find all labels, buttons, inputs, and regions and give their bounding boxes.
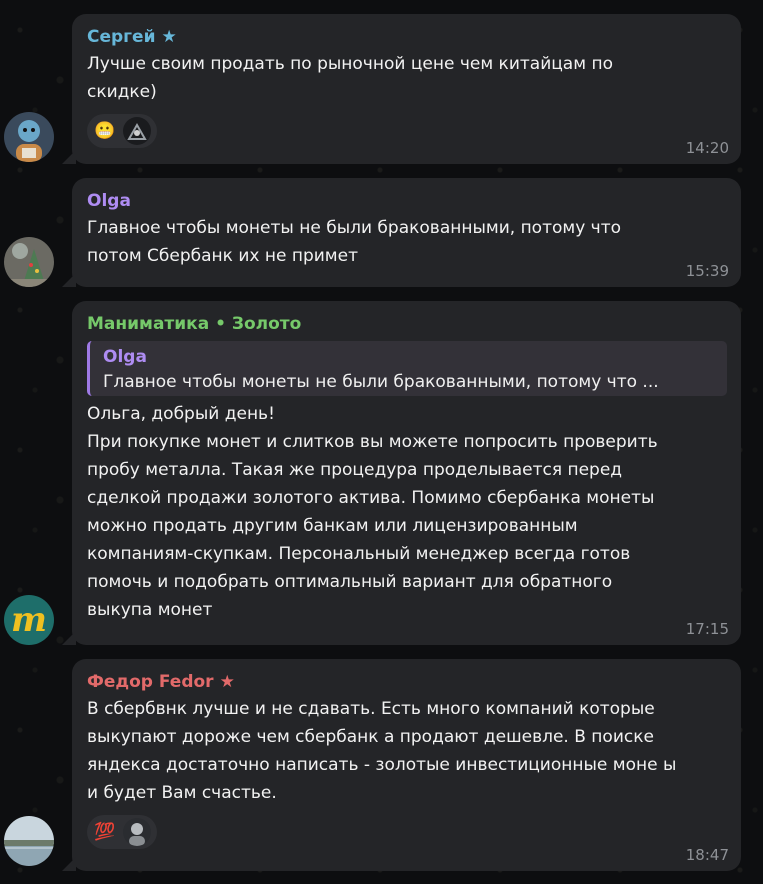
sender-name[interactable]: Olga [87,188,727,214]
message-time: 17:15 [685,620,729,638]
sender-name[interactable]: Федор Fedor ★ [87,669,727,695]
message-text: В сбербвнк лучше и не сдавать. Есть мног… [87,699,677,803]
channel-logo-icon[interactable]: m [4,595,54,645]
sender-name[interactable]: Маниматика • Золото [87,311,727,337]
message-time: 14:20 [685,139,729,157]
message-time: 18:47 [685,846,729,864]
star-icon: ★ [219,672,235,692]
message-bubble[interactable]: Сергей ★ Лучше своим продать по рыночной … [72,14,741,164]
quote-text: Главное чтобы монеты не были бракованным… [103,372,659,392]
message-text: Ольга, добрый день! При покупке монет и … [87,404,658,620]
message-text: Главное чтобы монеты не были бракованным… [87,218,622,266]
message-bubble[interactable]: Маниматика • Золото Olga Главное чтобы м… [72,301,741,645]
message-time: 15:39 [685,262,729,280]
user-avatar-icon[interactable] [4,237,54,287]
user-avatar-icon[interactable] [4,816,54,866]
reactions-bar[interactable]: 😬 [87,114,157,148]
sender-name[interactable]: Сергей ★ [87,24,727,50]
reply-quote[interactable]: Olga Главное чтобы монеты не были браков… [87,341,727,396]
quote-author: Olga [103,347,147,367]
star-icon: ★ [161,27,177,47]
message-bubble[interactable]: Федор Fedor ★ В сбербвнк лучше и не сдава… [72,659,741,871]
grimacing-emoji-icon[interactable]: 😬 [91,117,119,145]
message-text: Лучше своим продать по рыночной цене чем… [87,54,613,102]
user-avatar-icon [123,818,151,846]
hundred-points-emoji-icon[interactable]: 💯 [91,818,119,846]
message-bubble[interactable]: Olga Главное чтобы монеты не были браков… [72,178,741,287]
user-avatar-icon[interactable] [4,112,54,162]
user-avatar-icon [123,117,151,145]
reactions-bar[interactable]: 💯 [87,815,157,849]
